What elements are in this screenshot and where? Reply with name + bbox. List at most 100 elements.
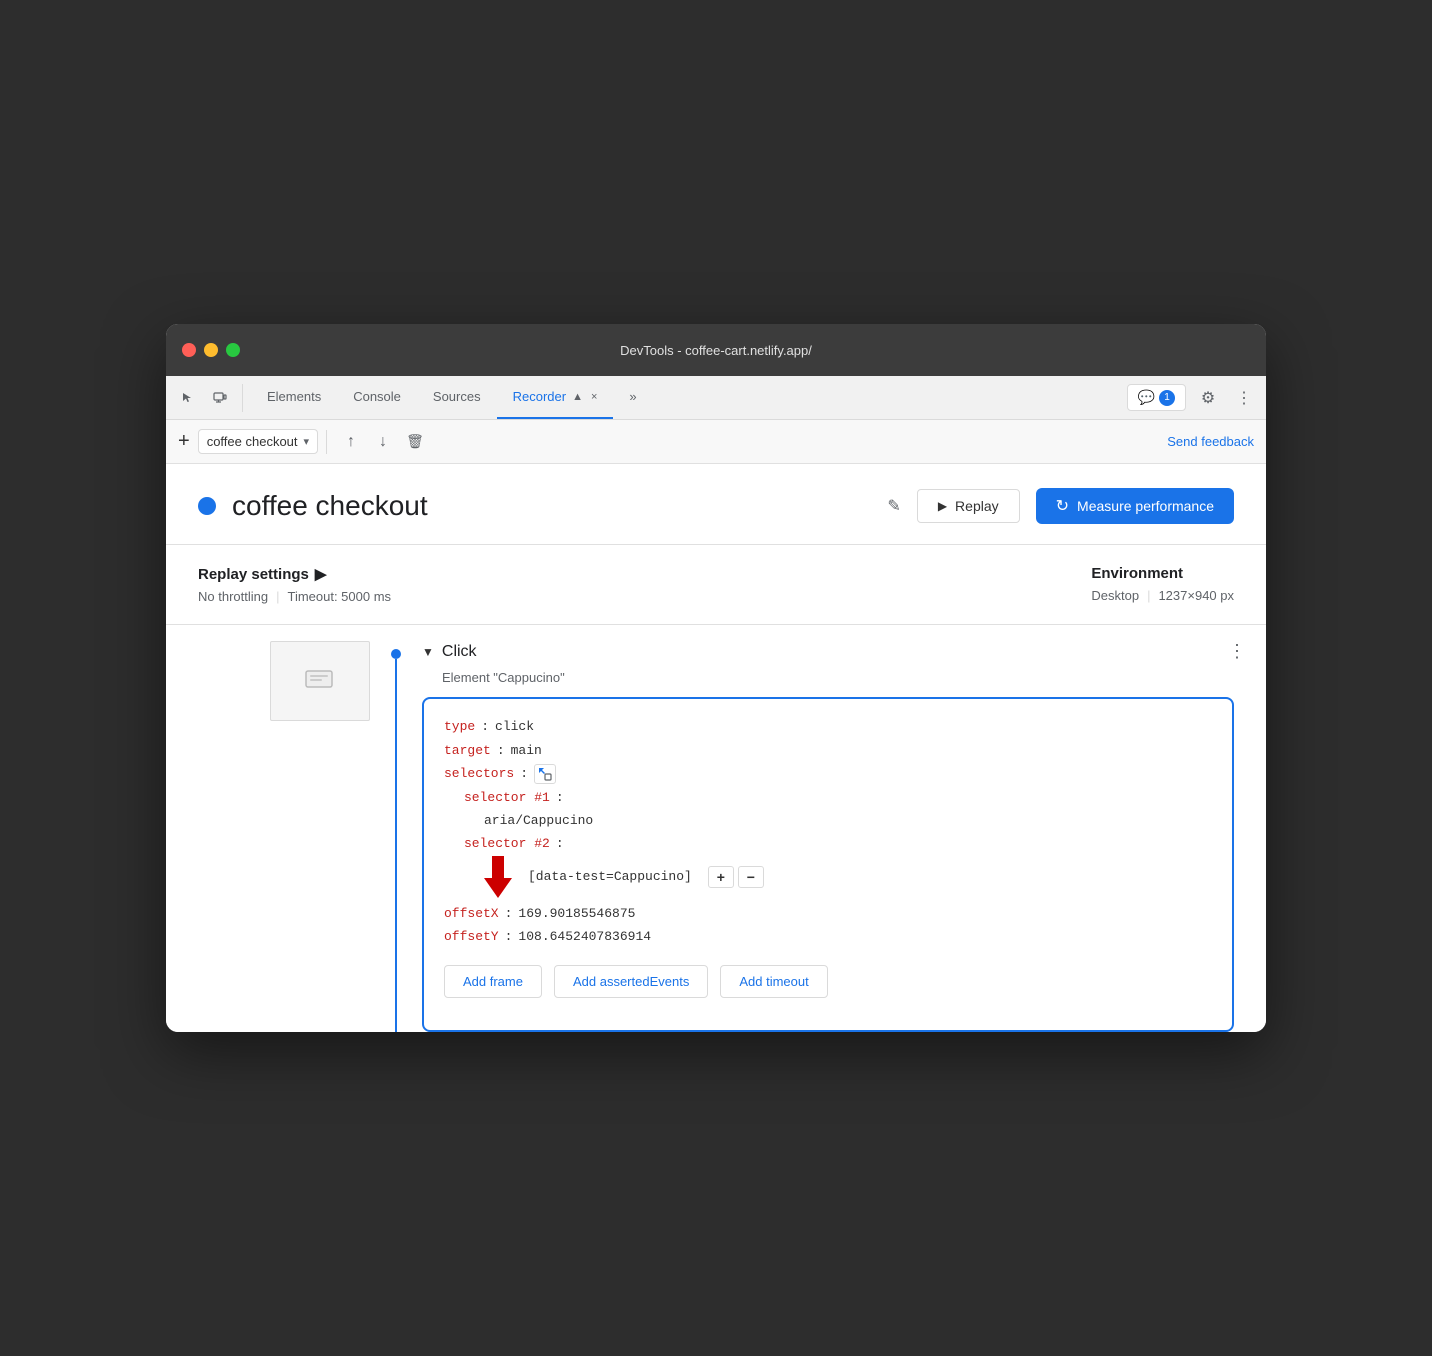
code-type-key: type: [444, 715, 475, 738]
measure-performance-button[interactable]: ↻ Measure performance: [1036, 488, 1234, 524]
download-button[interactable]: ↓: [367, 426, 399, 458]
desktop-label: Desktop: [1091, 588, 1139, 603]
download-icon: ↓: [379, 433, 387, 451]
measure-icon: ↻: [1056, 496, 1069, 516]
tabs-list: Elements Console Sources Recorder ▲ × »: [251, 376, 1127, 419]
measure-label: Measure performance: [1077, 498, 1214, 514]
recording-title: coffee checkout: [232, 490, 867, 522]
replay-settings-toggle[interactable]: Replay settings ▶: [198, 565, 391, 583]
code-offsety-line: offsetY : 108.6452407836914: [444, 925, 1212, 948]
env-info: Desktop | 1237×940 px: [1091, 588, 1234, 603]
code-colon-2: :: [497, 739, 505, 762]
code-target-val: main: [511, 739, 542, 762]
code-type-val: click: [495, 715, 534, 738]
step-thumbnail-area: [166, 625, 386, 1031]
recorder-icon: ▲: [572, 391, 583, 403]
step-more-button[interactable]: ⋮: [1224, 637, 1250, 666]
tab-sources[interactable]: Sources: [417, 376, 497, 419]
selector-add-remove: + −: [708, 866, 764, 888]
timeline-line: [395, 659, 397, 1031]
recording-header: coffee checkout ✎ ▶ Replay ↻ Measure per…: [166, 464, 1266, 545]
maximize-button[interactable]: [226, 343, 240, 357]
code-offsetx-val: 169.90185546875: [518, 902, 635, 925]
step-code-block: type : click target : main selectors :: [422, 697, 1234, 1031]
replay-settings-section: Replay settings ▶ No throttling | Timeou…: [166, 545, 1266, 625]
recording-selector[interactable]: coffee checkout ▾: [198, 429, 318, 454]
step-expand-icon[interactable]: ▼: [422, 645, 434, 659]
tab-icon-group: [174, 384, 243, 412]
tab-elements[interactable]: Elements: [251, 376, 337, 419]
recording-name: coffee checkout: [207, 434, 298, 449]
timeline-column: [386, 625, 406, 1031]
add-asserted-events-button[interactable]: Add assertedEvents: [554, 965, 708, 998]
code-offsetx-line: offsetX : 169.90185546875: [444, 902, 1212, 925]
tab-close-recorder[interactable]: ×: [591, 391, 597, 403]
add-timeout-button[interactable]: Add timeout: [720, 965, 827, 998]
upload-button[interactable]: ↑: [335, 426, 367, 458]
edit-title-icon[interactable]: ✎: [887, 496, 900, 516]
code-selector1-key: selector #1: [464, 786, 550, 809]
tab-more[interactable]: »: [613, 376, 652, 419]
code-colon-7: :: [505, 925, 513, 948]
add-frame-button[interactable]: Add frame: [444, 965, 542, 998]
toolbar-divider-1: [326, 430, 327, 454]
timeout-label: Timeout: 5000 ms: [287, 589, 391, 604]
timeline-step-dot: [391, 649, 401, 659]
recording-status-dot: [198, 497, 216, 515]
selector-remove-button[interactable]: −: [738, 866, 764, 888]
code-offsety-val: 108.6452407836914: [518, 925, 651, 948]
throttling-label: No throttling: [198, 589, 268, 604]
code-selector2-line: selector #2 :: [444, 832, 1212, 855]
replay-button[interactable]: ▶ Replay: [917, 489, 1020, 523]
env-separator: |: [1147, 588, 1150, 603]
code-target-line: target : main: [444, 739, 1212, 762]
replay-settings-arrow-icon: ▶: [315, 565, 327, 583]
replay-label: Replay: [955, 498, 999, 514]
upload-icon: ↑: [347, 433, 355, 451]
add-recording-button[interactable]: +: [178, 430, 190, 453]
replay-settings-left: Replay settings ▶ No throttling | Timeou…: [198, 565, 391, 604]
step-header: ▼ Click ⋮: [422, 637, 1250, 666]
red-arrow-indicator: [484, 856, 512, 898]
code-selector1-val: aria/Cappucino: [484, 809, 593, 832]
step-title-row: ▼ Click: [422, 643, 477, 661]
devtools-settings-button[interactable]: ⚙: [1194, 384, 1222, 412]
close-button[interactable]: [182, 343, 196, 357]
devtools-more-button[interactable]: ⋮: [1230, 384, 1258, 412]
selector-add-button[interactable]: +: [708, 866, 734, 888]
replay-settings-label: Replay settings: [198, 566, 309, 583]
tab-recorder[interactable]: Recorder ▲ ×: [497, 376, 614, 419]
code-selectors-key: selectors: [444, 762, 514, 785]
chevron-down-icon: ▾: [304, 435, 310, 448]
tab-console[interactable]: Console: [337, 376, 417, 419]
code-type-line: type : click: [444, 715, 1212, 738]
messages-badge-button[interactable]: 💬 1: [1127, 384, 1186, 411]
code-colon-6: :: [505, 902, 513, 925]
minimize-button[interactable]: [204, 343, 218, 357]
device-icon[interactable]: [206, 384, 234, 412]
arrow-head: [484, 878, 512, 898]
devtools-window: DevTools - coffee-cart.netlify.app/ Elem…: [166, 324, 1266, 1031]
code-offsetx-key: offsetX: [444, 902, 499, 925]
code-selector2-val-row: [data-test=Cappucino] + −: [444, 856, 1212, 898]
send-feedback-button[interactable]: Send feedback: [1167, 434, 1254, 449]
traffic-lights: [182, 343, 240, 357]
step-action-buttons: Add frame Add assertedEvents Add timeout: [444, 965, 1196, 998]
window-title: DevTools - coffee-cart.netlify.app/: [620, 343, 812, 358]
chat-icon: 💬: [1138, 389, 1155, 406]
badge-count: 1: [1159, 390, 1175, 406]
title-bar: DevTools - coffee-cart.netlify.app/: [166, 324, 1266, 376]
steps-container: ▼ Click ⋮ Element "Cappucino" type : cli…: [166, 625, 1266, 1031]
trash-icon: 🗑: [406, 433, 424, 450]
arrow-stem: [492, 856, 504, 878]
environment-settings-right: Environment Desktop | 1237×940 px: [1091, 565, 1234, 604]
step-detail: ▼ Click ⋮ Element "Cappucino" type : cli…: [406, 625, 1266, 1031]
thumbnail-box: [270, 641, 370, 721]
settings-separator: |: [276, 589, 279, 604]
cursor-icon[interactable]: [174, 384, 202, 412]
code-selector1-val-line: aria/Cappucino: [444, 809, 1212, 832]
selector-picker-icon[interactable]: [534, 764, 556, 784]
play-icon: ▶: [938, 499, 947, 513]
code-selector2-key: selector #2: [464, 832, 550, 855]
delete-button[interactable]: 🗑: [399, 426, 431, 458]
